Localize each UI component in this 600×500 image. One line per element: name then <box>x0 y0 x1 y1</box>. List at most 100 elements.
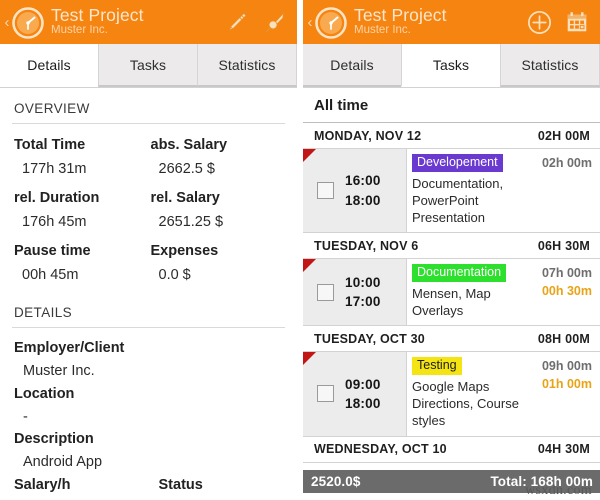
task-end-time: 18:00 <box>345 192 381 208</box>
day-header: WEDNESDAY, OCT 10 04H 30M <box>303 436 600 463</box>
task-row[interactable]: 10:00 17:00 Documentation Mensen, Map Ov… <box>303 259 600 327</box>
description-value: Android App <box>23 454 103 471</box>
day-date: WEDNESDAY, OCT 10 <box>314 442 447 456</box>
tab-details[interactable]: Details <box>303 44 401 87</box>
task-times: 10:00 17:00 <box>345 273 381 311</box>
salary-per-hour-label: Salary/h <box>14 477 71 494</box>
task-row[interactable]: 16:00 18:00 Developement Documentation, … <box>303 149 600 234</box>
total-time-label: Total Time <box>14 137 86 153</box>
list-range-header: All time <box>303 88 600 123</box>
left-action-bar: ‹ Test Project Muster Inc. <box>0 0 297 44</box>
tab-tasks[interactable]: Tasks <box>98 44 197 87</box>
description-label: Description <box>14 431 94 448</box>
tab-tasks[interactable]: Tasks <box>401 44 500 87</box>
location-label: Location <box>14 385 75 402</box>
task-pause-duration: 00h 30m <box>541 284 592 299</box>
project-subtitle: Muster Inc. <box>51 25 108 37</box>
task-checkbox[interactable] <box>317 385 334 403</box>
left-phone-panel: ‹ Test Project Muster Inc. Details Tasks… <box>0 0 297 500</box>
project-subtitle: Muster Inc. <box>354 25 411 37</box>
right-phone-panel: ‹ Test Project Muster Inc. Details Tasks… <box>303 0 600 500</box>
abs-salary-label: abs. Salary <box>150 137 228 153</box>
task-end-time: 18:00 <box>345 395 381 411</box>
task-time-block: 09:00 18:00 <box>303 352 407 436</box>
day-total: 06H 30M <box>537 238 590 253</box>
right-tab-bar: Details Tasks Statistics <box>303 44 600 88</box>
pin-icon[interactable] <box>257 5 291 39</box>
task-duration: 09h 00m <box>541 359 592 374</box>
rel-duration-value: 176h 45m <box>22 214 87 231</box>
add-circle-icon[interactable] <box>522 5 556 39</box>
task-checkbox[interactable] <box>317 283 334 301</box>
task-description: Mensen, Map Overlays <box>412 285 491 319</box>
task-duration-block: 07h 00m 00h 30m <box>526 259 600 325</box>
edit-pencil-icon[interactable] <box>219 5 253 39</box>
left-tab-bar: Details Tasks Statistics <box>0 44 297 88</box>
tasks-content: All time MONDAY, NOV 12 02H 00M 16:00 18… <box>303 88 600 500</box>
task-tag: Documentation <box>412 264 507 282</box>
location-value: - <box>23 408 28 425</box>
task-times: 09:00 18:00 <box>345 375 381 413</box>
day-header: MONDAY, NOV 12 02H 00M <box>303 123 600 149</box>
unbilled-flag-icon <box>303 259 316 273</box>
task-times: 16:00 18:00 <box>345 171 381 209</box>
salary-status-row: Salary/h Status <box>12 474 285 497</box>
task-detail-block: Developement Documentation, PowerPoint P… <box>407 149 526 232</box>
task-tag: Testing <box>412 357 462 376</box>
expenses-value: 0.0 $ <box>158 267 191 284</box>
footer-amount: 2520.0$ <box>311 473 361 489</box>
day-date: MONDAY, NOV 12 <box>314 128 422 143</box>
tab-statistics[interactable]: Statistics <box>197 44 297 87</box>
right-action-bar: ‹ Test Project Muster Inc. <box>303 0 600 44</box>
task-list[interactable]: MONDAY, NOV 12 02H 00M 16:00 18:00 Devel… <box>303 123 600 470</box>
calendar-icon[interactable] <box>560 5 594 39</box>
project-title: Test Project <box>51 5 144 25</box>
total-time-value: 177h 31m <box>22 161 87 178</box>
dual-phone-screenshot: ‹ Test Project Muster Inc. Details Tasks… <box>0 0 600 500</box>
task-duration-block: 09h 00m 01h 00m <box>526 352 600 435</box>
day-total: 08H 00M <box>537 331 590 346</box>
task-time-block: 16:00 18:00 <box>303 149 407 233</box>
task-start-time: 10:00 <box>345 275 381 291</box>
rel-salary-label: rel. Salary <box>150 189 220 206</box>
task-row[interactable]: 09:00 18:00 Testing Google Maps Directio… <box>303 352 600 437</box>
task-description: Google Maps Directions, Course styles <box>412 379 519 429</box>
rel-salary-value: 2651.25 $ <box>158 214 224 231</box>
details-heading: DETAILS <box>12 293 285 328</box>
expenses-label: Expenses <box>150 242 219 259</box>
details-content: OVERVIEW Total Time abs. Salary 177h 31m… <box>0 88 297 500</box>
task-tag: Developement <box>412 154 503 172</box>
tab-statistics[interactable]: Statistics <box>500 44 600 87</box>
day-header: TUESDAY, NOV 6 06H 30M <box>303 233 600 260</box>
task-start-time: 09:00 <box>345 376 381 392</box>
watermark: wsxdn.com <box>525 483 592 498</box>
task-detail-block: Documentation Mensen, Map Overlays <box>407 259 526 325</box>
unbilled-flag-icon <box>303 149 316 162</box>
task-duration: 02h 00m <box>541 156 592 170</box>
day-header: TUESDAY, OCT 30 08H 00M <box>303 326 600 353</box>
details-fields: Employer/Client Muster Inc. Location - D… <box>12 328 285 497</box>
employer-value: Muster Inc. <box>23 362 95 379</box>
clock-speedometer-icon <box>314 6 347 39</box>
day-date: TUESDAY, OCT 30 <box>314 331 425 346</box>
day-date: TUESDAY, NOV 6 <box>314 238 419 253</box>
overview-grid: Total Time abs. Salary 177h 31m 2662.5 $… <box>12 124 285 293</box>
left-title-block: Test Project Muster Inc. <box>51 6 215 38</box>
status-label: Status <box>158 477 203 494</box>
task-start-time: 16:00 <box>345 173 381 189</box>
task-checkbox[interactable] <box>317 182 334 200</box>
day-total: 02H 00M <box>537 128 590 143</box>
abs-salary-value: 2662.5 $ <box>158 161 215 178</box>
overview-heading: OVERVIEW <box>12 88 285 124</box>
pause-time-label: Pause time <box>14 242 91 259</box>
tab-details[interactable]: Details <box>0 44 98 87</box>
task-pause-duration: 01h 00m <box>541 377 592 392</box>
day-total: 04H 30M <box>537 442 590 456</box>
rel-duration-label: rel. Duration <box>14 189 100 206</box>
task-description: Documentation, PowerPoint Presentation <box>412 175 504 226</box>
task-end-time: 17:00 <box>345 294 381 310</box>
project-title: Test Project <box>354 5 447 25</box>
task-detail-block: Testing Google Maps Directions, Course s… <box>407 352 526 435</box>
pause-time-value: 00h 45m <box>22 267 79 284</box>
unbilled-flag-icon <box>303 352 316 366</box>
